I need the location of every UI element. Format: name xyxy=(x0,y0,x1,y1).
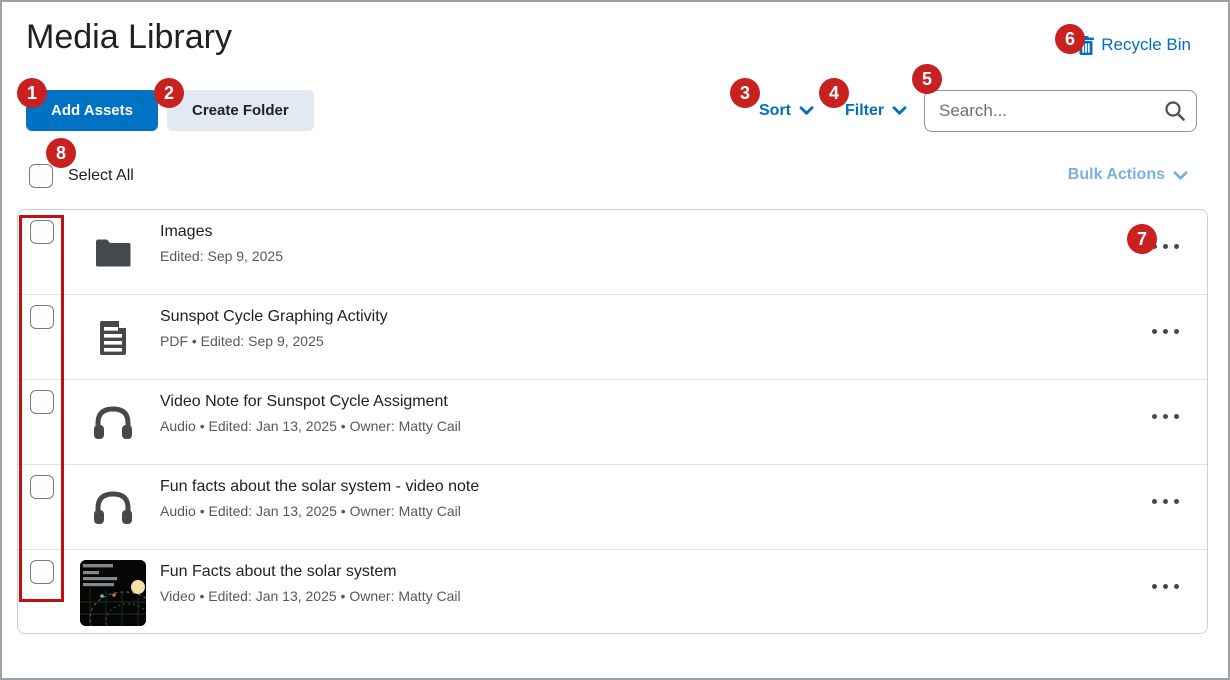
folder-icon xyxy=(58,210,168,295)
asset-meta: Audio • Edited: Jan 13, 2025 • Owner: Ma… xyxy=(160,503,461,519)
row-actions-menu-icon[interactable] xyxy=(1146,493,1185,510)
asset-meta: PDF • Edited: Sep 9, 2025 xyxy=(160,333,324,349)
row-actions-menu-icon[interactable] xyxy=(1146,578,1185,595)
select-all-checkbox[interactable] xyxy=(29,164,53,188)
sort-label: Sort xyxy=(759,101,791,119)
row-checkbox[interactable] xyxy=(30,220,54,244)
document-icon xyxy=(58,295,168,380)
row-checkbox[interactable] xyxy=(30,390,54,414)
sort-dropdown[interactable]: Sort xyxy=(759,90,814,131)
video-thumbnail xyxy=(58,550,168,635)
row-checkbox[interactable] xyxy=(30,475,54,499)
list-item-video-note-sunspot[interactable]: Video Note for Sunspot Cycle Assigment A… xyxy=(18,380,1207,465)
list-item-fun-facts-video-note[interactable]: Fun facts about the solar system - video… xyxy=(18,465,1207,550)
trash-icon xyxy=(1078,35,1095,55)
bulk-actions-dropdown[interactable]: Bulk Actions xyxy=(1068,166,1188,184)
add-assets-button[interactable]: Add Assets xyxy=(26,90,158,131)
row-text: Fun facts about the solar system - video… xyxy=(160,478,479,519)
chevron-down-icon xyxy=(1173,170,1188,181)
chevron-down-icon xyxy=(799,105,814,116)
filter-dropdown[interactable]: Filter xyxy=(845,90,907,131)
asset-title: Images xyxy=(160,223,213,240)
search-icon[interactable] xyxy=(1164,100,1186,122)
asset-meta: Audio • Edited: Jan 13, 2025 • Owner: Ma… xyxy=(160,418,461,434)
asset-meta: Video • Edited: Jan 13, 2025 • Owner: Ma… xyxy=(160,588,461,604)
asset-title: Fun facts about the solar system - video… xyxy=(160,478,480,495)
row-actions-menu-icon[interactable] xyxy=(1146,238,1185,255)
asset-list: Images Edited: Sep 9, 2025 Sunspot Cycle… xyxy=(17,209,1208,634)
headphones-icon xyxy=(58,380,168,465)
row-actions-menu-icon[interactable] xyxy=(1146,408,1185,425)
row-checkbox[interactable] xyxy=(30,560,54,584)
step-badge-8: 8 xyxy=(46,138,76,168)
bulk-actions-label: Bulk Actions xyxy=(1067,166,1165,183)
asset-title: Video Note for Sunspot Cycle Assigment xyxy=(160,393,448,410)
asset-title: Sunspot Cycle Graphing Activity xyxy=(160,308,388,325)
row-text: Video Note for Sunspot Cycle Assigment A… xyxy=(160,393,461,434)
step-badge-3: 3 xyxy=(730,78,760,108)
row-actions-menu-icon[interactable] xyxy=(1146,323,1185,340)
row-checkbox[interactable] xyxy=(30,305,54,329)
headphones-icon xyxy=(58,465,168,550)
list-item-images-folder[interactable]: Images Edited: Sep 9, 2025 xyxy=(18,210,1207,295)
chevron-down-icon xyxy=(892,105,907,116)
select-all-label: Select All xyxy=(68,167,134,184)
search-box xyxy=(924,90,1197,132)
list-item-fun-facts-video[interactable]: Fun Facts about the solar system Video •… xyxy=(18,550,1207,635)
media-library-page: Media Library Recycle Bin Add Assets Cre… xyxy=(0,0,1230,680)
list-item-pdf[interactable]: Sunspot Cycle Graphing Activity PDF • Ed… xyxy=(18,295,1207,380)
filter-label: Filter xyxy=(845,101,885,119)
row-text: Fun Facts about the solar system Video •… xyxy=(160,563,461,604)
row-text: Images Edited: Sep 9, 2025 xyxy=(160,223,283,264)
recycle-bin-link[interactable]: Recycle Bin xyxy=(1078,35,1191,55)
row-text: Sunspot Cycle Graphing Activity PDF • Ed… xyxy=(160,308,388,349)
create-folder-button[interactable]: Create Folder xyxy=(167,90,314,131)
recycle-bin-label: Recycle Bin xyxy=(1101,35,1191,54)
asset-title: Fun Facts about the solar system xyxy=(160,563,397,580)
page-title: Media Library xyxy=(26,18,232,56)
asset-meta: Edited: Sep 9, 2025 xyxy=(160,248,283,264)
search-input[interactable] xyxy=(924,90,1197,132)
